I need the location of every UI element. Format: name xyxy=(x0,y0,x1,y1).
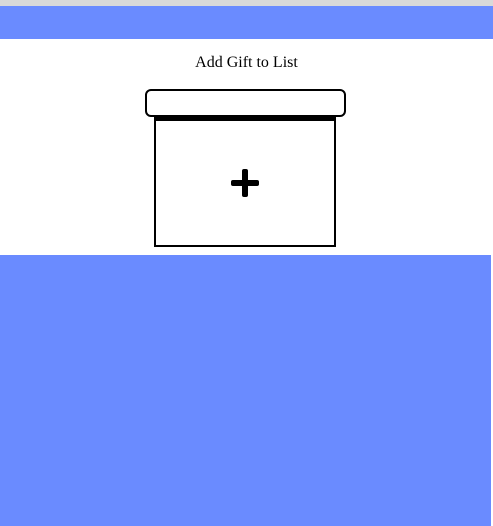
page-title: Add Gift to List xyxy=(195,54,298,71)
gift-box-body xyxy=(154,116,336,247)
add-gift-button[interactable] xyxy=(145,89,346,247)
plus-icon xyxy=(156,121,334,245)
add-gift-panel: Add Gift to List xyxy=(0,39,493,255)
header-bar xyxy=(0,6,493,39)
gift-box-lid xyxy=(145,89,346,117)
content-background xyxy=(0,255,493,526)
